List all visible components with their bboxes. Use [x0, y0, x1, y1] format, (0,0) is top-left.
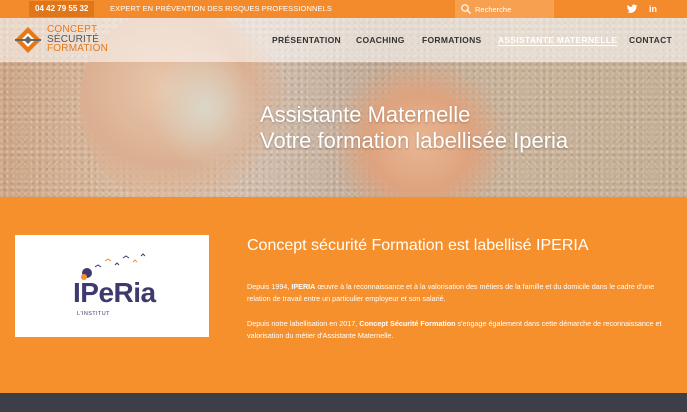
search-icon[interactable] [460, 3, 472, 15]
nav-formations[interactable]: FORMATIONS [422, 18, 482, 62]
top-bar: 04 42 79 55 32 EXPERT EN PRÉVENTION DES … [0, 0, 687, 18]
search-box[interactable] [455, 0, 554, 18]
nav-presentation[interactable]: PRÉSENTATION [272, 18, 341, 62]
search-input[interactable] [475, 3, 551, 15]
nav-coaching[interactable]: COACHING [356, 18, 405, 62]
hero-title-line1: Assistante Maternelle [260, 102, 471, 127]
footer-bar [0, 393, 687, 412]
iperia-wordmark: IPeRia [73, 277, 156, 308]
logo-line3: FORMATION [47, 43, 109, 54]
paragraph-2: Depuis notre labellisation en 2017, Conc… [247, 319, 662, 340]
twitter-icon[interactable] [626, 3, 638, 15]
phone-number[interactable]: 04 42 79 55 32 [29, 1, 95, 17]
tagline: EXPERT EN PRÉVENTION DES RISQUES PROFESS… [110, 4, 332, 13]
linkedin-icon[interactable]: in [647, 3, 659, 15]
paragraph-1: Depuis 1994, IPERIA œuvre à la reconnais… [247, 282, 655, 303]
iperia-subtitle: L'INSTITUT [77, 311, 110, 317]
section-title: Concept sécurité Formation est labellisé… [247, 237, 589, 254]
hero-title-line2: Votre formation labellisée Iperia [260, 128, 569, 153]
logo-icon[interactable] [14, 26, 42, 54]
logo-text[interactable]: CONCEPT SÉCURITÉ FORMATION [47, 25, 108, 54]
iperia-section: IPeRia L'INSTITUT Concept sécurité Forma… [0, 197, 687, 393]
iperia-logo-card: IPeRia L'INSTITUT [15, 235, 209, 337]
nav-contact[interactable]: CONTACT [629, 18, 672, 62]
site-header: CONCEPT SÉCURITÉ FORMATION PRÉSENTATION … [0, 18, 687, 62]
nav-assistante-maternelle[interactable]: ASSISTANTE MATERNELLE [498, 18, 617, 62]
hero-title: Assistante Maternelle Votre formation la… [260, 102, 568, 154]
